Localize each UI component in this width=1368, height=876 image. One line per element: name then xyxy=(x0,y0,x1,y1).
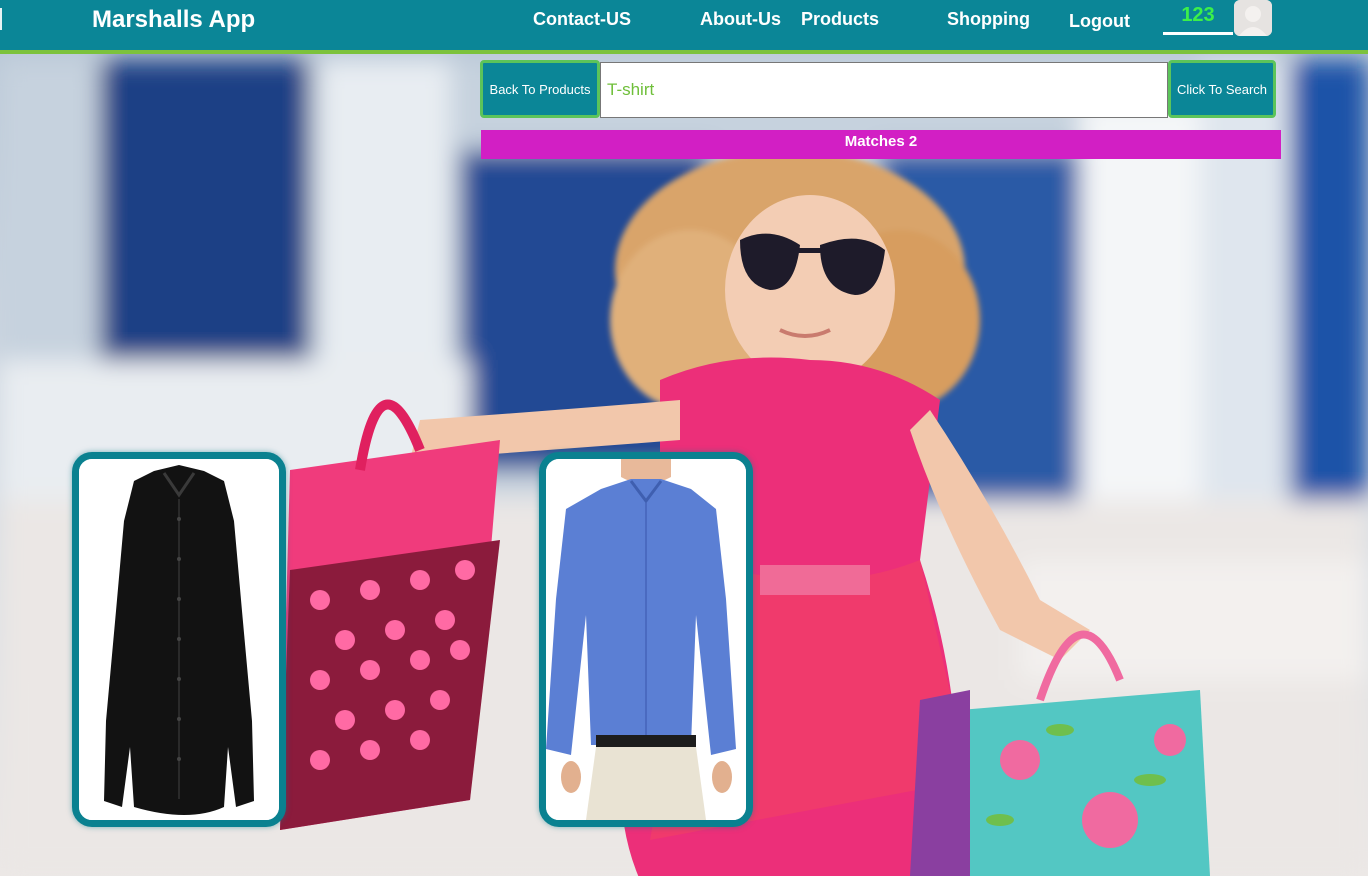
nav-logout[interactable]: Logout xyxy=(1069,10,1130,32)
nav-contact-us[interactable]: Contact-US xyxy=(533,8,631,30)
search-input[interactable] xyxy=(600,62,1168,118)
nav-about-us[interactable]: About-Us xyxy=(700,8,781,30)
nav-products[interactable]: Products xyxy=(801,8,879,30)
product-card[interactable] xyxy=(539,452,753,827)
search-button[interactable]: Click To Search xyxy=(1168,60,1276,118)
black-shirt-image xyxy=(79,459,279,820)
nav-shopping[interactable]: Shopping xyxy=(947,8,1030,30)
nav-divider xyxy=(0,8,2,30)
app-title[interactable]: Marshalls App xyxy=(92,6,255,34)
navbar: Marshalls App Contact-US About-Us Produc… xyxy=(0,0,1368,54)
user-avatar-icon[interactable] xyxy=(1234,0,1272,36)
back-to-products-button[interactable]: Back To Products xyxy=(480,60,600,118)
search-bar: Back To Products Click To Search xyxy=(480,60,1280,120)
product-card[interactable] xyxy=(72,452,286,827)
cart-count-badge[interactable]: 123 xyxy=(1163,3,1233,35)
matches-count: Matches 2 xyxy=(481,130,1281,159)
blue-shirt-image xyxy=(546,459,746,820)
